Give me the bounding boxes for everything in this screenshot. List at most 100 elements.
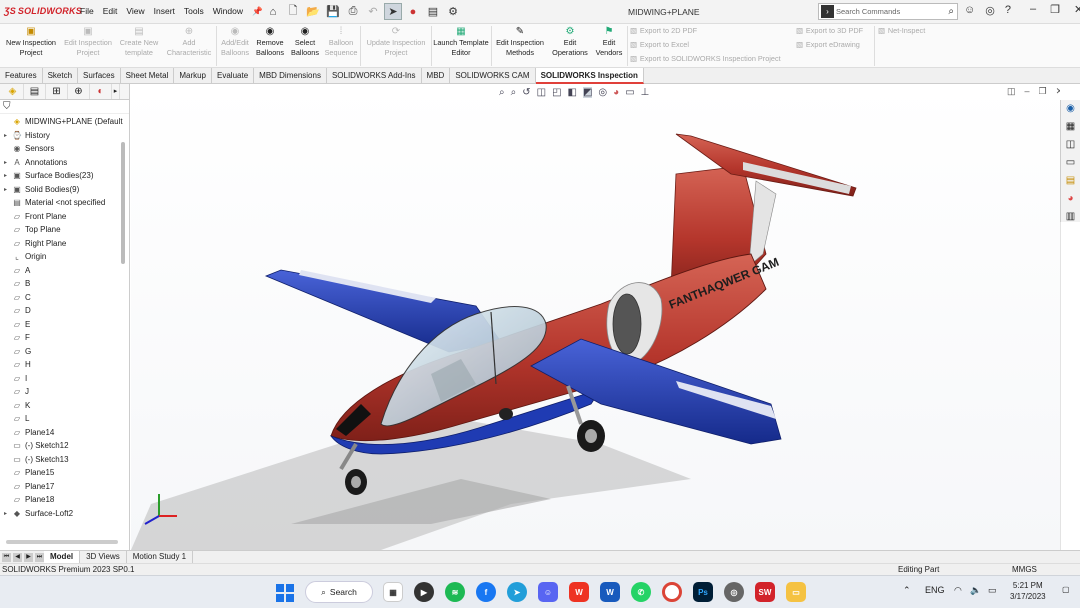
menu-edit[interactable]: Edit <box>103 6 118 17</box>
export-2d-pdf-button[interactable]: ▧ Export to 2D PDF <box>630 26 697 35</box>
next-tab-icon[interactable]: ▶ <box>24 552 33 562</box>
notification-icon[interactable]: ▢ <box>1062 585 1070 594</box>
tree-item[interactable]: ▱ B <box>0 277 129 291</box>
export-edrawing-button[interactable]: ▧ Export eDrawing <box>796 40 860 49</box>
tree-item[interactable]: ▱ F <box>0 331 129 345</box>
minimize-icon[interactable]: – <box>1030 3 1036 16</box>
view-palette-icon[interactable]: ▤ <box>1066 174 1075 188</box>
profile-icon[interactable]: ◎ <box>985 4 995 17</box>
new-document-icon[interactable]: 🗋 <box>284 3 302 20</box>
tree-item[interactable]: ▱ A <box>0 264 129 278</box>
export-excel-button[interactable]: ▧ Export to Excel <box>630 40 689 49</box>
tree-item[interactable]: ▱ H <box>0 358 129 372</box>
solidworks-resources-icon[interactable]: ◉ <box>1066 102 1075 116</box>
tab-model[interactable]: Model <box>44 551 81 563</box>
tree-item[interactable]: ▱ Plane17 <box>0 480 129 494</box>
user-icon[interactable]: ☺ <box>964 4 975 17</box>
graphics-viewport[interactable]: ⌕ ⌕ ↺ ◫ ◰ ◧ ◩ ◎ ◕ ▭ ⊥ ◫ – ❐ ✕ FANTHAQWER… <box>131 84 1060 550</box>
tree-item[interactable]: ▱ Plane14 <box>0 426 129 440</box>
dimxpert-tab-icon[interactable]: ⊕ <box>68 84 90 99</box>
tree-item[interactable]: ▭ (-) Sketch12 <box>0 439 129 453</box>
tab-motion-study[interactable]: Motion Study 1 <box>127 551 194 563</box>
tree-item[interactable]: ▱ L <box>0 412 129 426</box>
tab-markup[interactable]: Markup <box>174 68 213 84</box>
undo-icon[interactable]: ↶ <box>364 3 382 20</box>
chrome-icon[interactable] <box>662 582 682 602</box>
add-edit-balloons-button[interactable]: ◉ Add/Edit Balloons <box>217 26 253 58</box>
search-icon[interactable]: ⌕ <box>948 6 957 17</box>
panel-scroll-right-icon[interactable]: ▸ <box>112 84 120 99</box>
edit-inspection-project-button[interactable]: ▣ Edit Inspection Project <box>60 26 116 58</box>
add-characteristic-button[interactable]: ⊕ Add Characteristic <box>164 26 214 58</box>
facebook-icon[interactable]: f <box>476 582 496 602</box>
tab-3d-views[interactable]: 3D Views <box>80 551 127 563</box>
menu-view[interactable]: View <box>126 6 144 17</box>
property-manager-tab-icon[interactable]: ▤ <box>24 84 46 99</box>
tree-expander-icon[interactable]: ▸ <box>0 132 11 139</box>
menu-tools[interactable]: Tools <box>184 6 204 17</box>
edit-vendors-button[interactable]: ⚑ Edit Vendors <box>592 26 626 58</box>
wifi-icon[interactable]: ◠ <box>954 585 962 596</box>
windows-start-icon[interactable] <box>275 583 295 603</box>
edit-operations-button[interactable]: ⚙ Edit Operations <box>549 26 591 58</box>
tab-surfaces[interactable]: Surfaces <box>78 68 121 84</box>
telegram-icon[interactable]: ➤ <box>507 582 527 602</box>
print-icon[interactable]: ⎙ <box>344 3 362 20</box>
tab-solidworks-add-ins[interactable]: SOLIDWORKS Add-Ins <box>327 68 422 84</box>
tray-chevron-icon[interactable]: ⌃ <box>903 585 911 596</box>
menu-window[interactable]: Window <box>213 6 243 17</box>
tree-item[interactable]: ◈ MIDWING+PLANE (Default <box>0 115 129 129</box>
tab-features[interactable]: Features <box>0 68 43 84</box>
tree-item[interactable]: ▸ ▣ Solid Bodies(9) <box>0 183 129 197</box>
tree-expander-icon[interactable]: ▸ <box>0 186 11 193</box>
whatsapp-icon[interactable]: ✆ <box>631 582 651 602</box>
language-indicator[interactable]: ENG <box>925 585 945 595</box>
search-input[interactable]: Search Commands <box>836 7 948 16</box>
help-icon[interactable]: ? <box>1005 4 1011 17</box>
configuration-manager-tab-icon[interactable]: ⊞ <box>46 84 68 99</box>
net-inspect-button[interactable]: ▧ Net-Inspect <box>878 26 925 35</box>
export-3d-pdf-button[interactable]: ▧ Export to 3D PDF <box>796 26 863 35</box>
save-icon[interactable]: 💾 <box>324 3 342 20</box>
tree-item[interactable]: ▱ D <box>0 304 129 318</box>
pin-icon[interactable]: 📌 <box>252 6 263 17</box>
battery-icon[interactable]: ▭ <box>988 585 997 596</box>
file-properties-icon[interactable]: ▤ <box>424 3 442 20</box>
tree-horizontal-scrollbar[interactable] <box>6 540 118 544</box>
remove-balloons-button[interactable]: ◉ Remove Balloons <box>253 26 287 58</box>
airplane-model[interactable]: FANTHAQWER GAM <box>131 84 1060 550</box>
rebuild-icon[interactable]: ● <box>404 3 422 20</box>
tab-sheet-metal[interactable]: Sheet Metal <box>121 68 175 84</box>
tree-item[interactable]: ▱ G <box>0 345 129 359</box>
tree-item[interactable]: ⌞ Origin <box>0 250 129 264</box>
close-icon[interactable]: ✕ <box>1074 3 1080 16</box>
select-cursor-icon[interactable]: ➤ <box>384 3 402 20</box>
word-icon[interactable]: W <box>600 582 620 602</box>
tab-solidworks-cam[interactable]: SOLIDWORKS CAM <box>450 68 536 84</box>
tree-item[interactable]: ▭ (-) Sketch13 <box>0 453 129 467</box>
open-folder-icon[interactable]: 📂 <box>304 3 322 20</box>
balloon-sequence-button[interactable]: ⁞ Balloon Sequence <box>322 26 360 58</box>
app-icon[interactable]: ◎ <box>724 582 744 602</box>
display-manager-tab-icon[interactable]: ◐ <box>90 84 112 99</box>
tree-vertical-scrollbar[interactable] <box>121 142 125 264</box>
edit-inspection-methods-button[interactable]: ✎ Edit Inspection Methods <box>492 26 548 58</box>
home-icon[interactable]: ⌂ <box>264 3 282 20</box>
tree-item[interactable]: ▸ A Annotations <box>0 156 129 170</box>
tree-item[interactable]: ▱ Right Plane <box>0 237 129 251</box>
wps-icon[interactable]: W <box>569 582 589 602</box>
tree-item[interactable]: ▱ K <box>0 399 129 413</box>
tree-item[interactable]: ▱ J <box>0 385 129 399</box>
tree-item[interactable]: ▸ ▣ Surface Bodies(23) <box>0 169 129 183</box>
appearances-icon[interactable]: ◕ <box>1067 192 1073 206</box>
3d-content-central-icon[interactable]: ▦ <box>1066 120 1075 134</box>
tree-item[interactable]: ▱ Top Plane <box>0 223 129 237</box>
tree-expander-icon[interactable]: ▸ <box>0 172 11 179</box>
menu-file[interactable]: File <box>80 6 94 17</box>
task-view-icon[interactable]: ▦ <box>383 582 403 602</box>
tree-item[interactable]: ▸ ◆ Surface-Loft2 <box>0 507 129 521</box>
tab-sketch[interactable]: Sketch <box>43 68 79 84</box>
options-gear-icon[interactable]: ⚙ <box>444 3 462 20</box>
file-explorer-icon[interactable]: ▭ <box>1066 156 1075 170</box>
export-sw-inspection-button[interactable]: ▧ Export to SOLIDWORKS Inspection Project <box>630 54 781 63</box>
